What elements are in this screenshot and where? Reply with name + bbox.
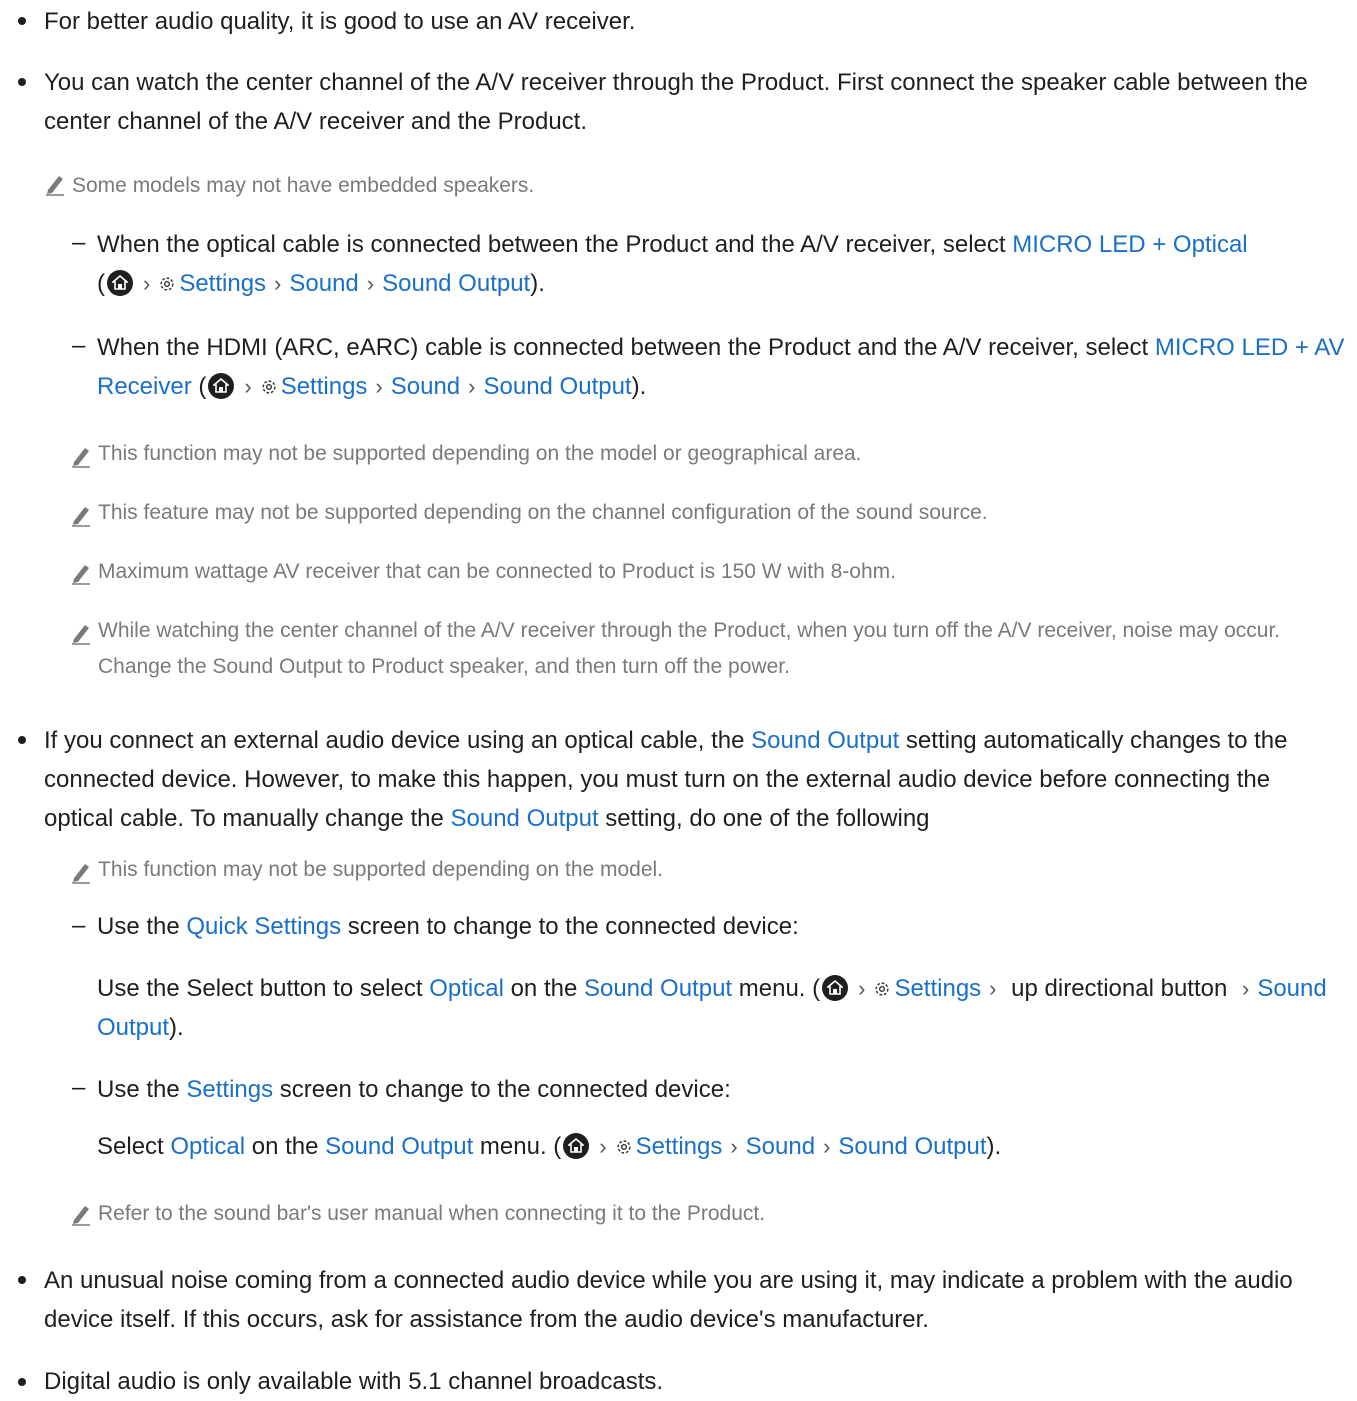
dash-marker: – (72, 912, 86, 939)
quick-settings-link[interactable]: Quick Settings (186, 913, 341, 940)
bullet-text: You can watch the center channel of the … (44, 69, 1308, 135)
pencil-note-icon (72, 448, 90, 468)
note-text: While watching the center channel of the… (98, 619, 1281, 678)
sound-link[interactable]: Sound (391, 373, 460, 400)
bullet-text: If you connect an external audio device … (44, 727, 1288, 832)
chevron-right-icon: › (143, 271, 151, 296)
note-text: This function may not be supported depen… (98, 442, 862, 465)
chevron-right-icon: › (599, 1134, 607, 1159)
note-text: Refer to the sound bar's user manual whe… (98, 1202, 766, 1225)
chevron-right-icon: › (989, 976, 997, 1001)
note-text: This function may not be supported depen… (98, 858, 664, 881)
home-icon (822, 975, 849, 1001)
sound-output-link[interactable]: Sound Output (838, 1133, 986, 1160)
chevron-right-icon: › (468, 374, 476, 399)
gear-icon (875, 982, 890, 996)
chevron-right-icon: › (823, 1134, 831, 1159)
dash-text: When the optical cable is connected betw… (97, 231, 1248, 297)
home-icon (107, 270, 133, 296)
sound-link[interactable]: Sound (289, 270, 358, 297)
sound-link[interactable]: Sound (746, 1133, 815, 1160)
dash-text: Use the Quick Settings screen to change … (97, 913, 799, 940)
pencil-note-icon (72, 507, 90, 527)
home-icon (208, 373, 235, 399)
pencil-note-icon (46, 176, 64, 196)
pencil-note-icon (72, 1206, 90, 1226)
gear-icon (160, 277, 174, 291)
optical-link[interactable]: Optical (170, 1133, 245, 1160)
bullet-dot (18, 78, 26, 86)
sound-output-link[interactable]: Sound Output (382, 270, 530, 297)
dash-text: When the HDMI (ARC, eARC) cable is conne… (97, 334, 1345, 400)
micro-led-optical-link[interactable]: MICRO LED + Optical (1012, 231, 1247, 258)
dash-marker: – (72, 229, 86, 256)
sound-output-link[interactable]: Sound Output (584, 975, 732, 1002)
sound-output-link[interactable]: Sound Output (751, 727, 899, 754)
sound-output-link[interactable]: Sound Output (483, 373, 631, 400)
sound-output-link[interactable]: Sound Output (451, 805, 599, 832)
settings-link[interactable]: Settings (281, 373, 368, 400)
instruction-text: Select Optical on the Sound Output menu.… (97, 1133, 1002, 1160)
bullet-text: Digital audio is only available with 5.1… (44, 1368, 664, 1395)
bullet-dot (18, 736, 26, 744)
bullet-dot (18, 1276, 26, 1284)
note-text: This feature may not be supported depend… (98, 501, 988, 524)
settings-link[interactable]: Settings (894, 975, 981, 1002)
bullet-text: For better audio quality, it is good to … (44, 8, 636, 35)
chevron-right-icon: › (274, 271, 282, 296)
dash-marker: – (72, 332, 86, 359)
note-text: Maximum wattage AV receiver that can be … (98, 560, 896, 583)
settings-link[interactable]: Settings (179, 270, 266, 297)
bullet-dot (18, 17, 26, 25)
settings-link[interactable]: Settings (636, 1133, 723, 1160)
gear-icon (617, 1140, 631, 1154)
pencil-note-icon (72, 864, 90, 884)
chevron-right-icon: › (375, 374, 383, 399)
chevron-right-icon: › (1242, 976, 1250, 1001)
dash-marker: – (72, 1074, 86, 1101)
home-icon (563, 1133, 590, 1159)
pencil-note-icon (72, 565, 90, 585)
chevron-right-icon: › (858, 976, 866, 1001)
pencil-note-icon (72, 625, 90, 645)
chevron-right-icon: › (730, 1134, 738, 1159)
optical-link[interactable]: Optical (429, 975, 504, 1002)
bullet-dot (18, 1378, 26, 1386)
dash-text: Use the Settings screen to change to the… (97, 1076, 731, 1103)
chevron-right-icon: › (366, 271, 375, 296)
bullet-text: An unusual noise coming from a connected… (44, 1267, 1293, 1333)
gear-icon (262, 380, 276, 394)
sound-output-link[interactable]: Sound Output (325, 1133, 473, 1160)
instruction-text: Use the Select button to select Optical … (97, 975, 1327, 1041)
chevron-right-icon: › (244, 374, 252, 399)
settings-link[interactable]: Settings (186, 1076, 273, 1103)
note-text: Some models may not have embedded speake… (72, 174, 535, 197)
